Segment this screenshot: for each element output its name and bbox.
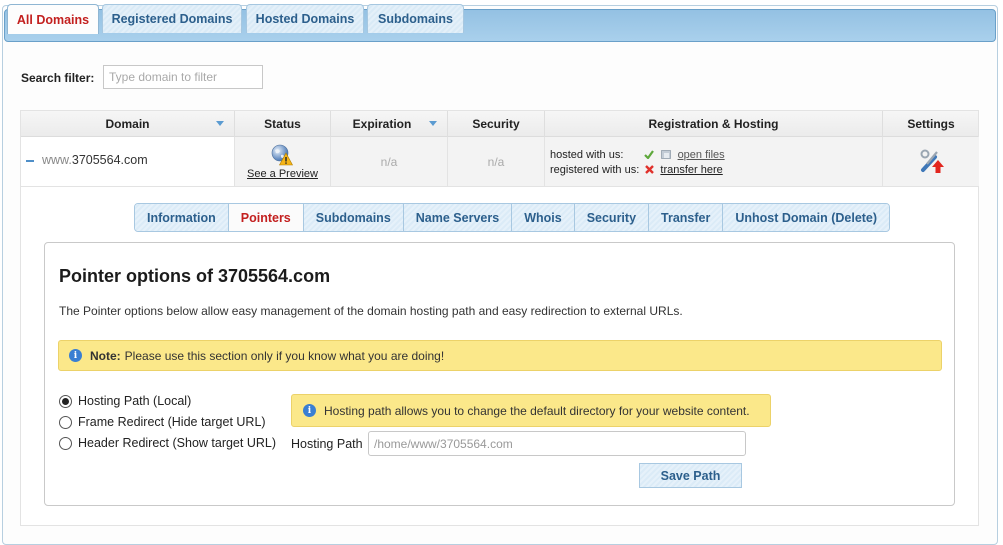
check-icon: [644, 150, 655, 160]
column-settings-label: Settings: [907, 117, 955, 131]
cell-status: See a Preview: [235, 137, 331, 186]
hosting-path-hint: i Hosting path allows you to change the …: [291, 394, 771, 427]
domain-sub-tabs: Information Pointers Subdomains Name Ser…: [134, 203, 891, 232]
info-icon: i: [303, 404, 316, 417]
registered-line: registered with us: transfer here: [550, 164, 723, 176]
sort-arrow-icon[interactable]: [216, 121, 224, 126]
radio-frame-redirect[interactable]: [59, 415, 72, 429]
column-expiration-label: Expiration: [352, 117, 412, 131]
column-registration-hosting-label: Registration & Hosting: [648, 117, 779, 131]
option-frame-redirect-label: Frame Redirect (Hide target URL): [78, 415, 266, 429]
cross-icon: [645, 165, 655, 174]
expiration-value: n/a: [380, 155, 398, 169]
subtab-security[interactable]: Security: [574, 204, 650, 231]
hosted-line: hosted with us: open files: [550, 149, 725, 161]
column-security: Security: [448, 111, 545, 137]
radio-hosting-path[interactable]: [59, 394, 72, 408]
subtab-name-servers[interactable]: Name Servers: [403, 204, 513, 231]
column-expiration[interactable]: Expiration: [331, 111, 448, 137]
tab-subdomains[interactable]: Subdomains: [367, 4, 464, 33]
pointer-options-panel: Pointer options of 3705564.com The Point…: [44, 242, 955, 506]
cell-security: n/a: [448, 137, 545, 186]
table-header: Domain Status Expiration Security Regist…: [21, 111, 978, 137]
subtab-subdomains[interactable]: Subdomains: [303, 204, 404, 231]
cell-domain: www.3705564.com: [21, 137, 235, 186]
column-status: Status: [235, 111, 331, 137]
note-label: Note:: [90, 348, 121, 363]
domain-prefix: www.: [42, 153, 72, 167]
subtab-transfer[interactable]: Transfer: [649, 204, 724, 231]
option-frame-redirect[interactable]: Frame Redirect (Hide target URL): [59, 415, 266, 429]
security-value: n/a: [487, 155, 505, 169]
hint-text: Hosting path allows you to change the de…: [324, 403, 750, 418]
table-row: www.3705564.com See a Preview n/a n/a ho…: [21, 137, 979, 187]
option-header-redirect-label: Header Redirect (Show target URL): [78, 436, 276, 450]
tab-hosted-domains[interactable]: Hosted Domains: [246, 4, 364, 33]
warning-note: i Note: Please use this section only if …: [58, 340, 942, 371]
panel-title: Pointer options of 3705564.com: [59, 266, 331, 286]
column-domain[interactable]: Domain: [21, 111, 235, 137]
globe-warning-icon: [271, 144, 293, 166]
hosting-path-input[interactable]: [368, 431, 746, 456]
panel-description: The Pointer options below allow easy man…: [59, 304, 683, 318]
open-files-link[interactable]: open files: [678, 149, 725, 161]
subtab-pointers[interactable]: Pointers: [228, 204, 304, 231]
domain-value: 3705564.com: [71, 153, 148, 167]
see-preview-link[interactable]: See a Preview: [235, 168, 330, 180]
subtab-whois[interactable]: Whois: [512, 204, 575, 231]
column-registration-hosting: Registration & Hosting: [545, 111, 883, 137]
option-header-redirect[interactable]: Header Redirect (Show target URL): [59, 436, 276, 450]
save-path-button[interactable]: Save Path: [639, 463, 742, 488]
tab-registered-domains[interactable]: Registered Domains: [102, 4, 242, 33]
column-settings: Settings: [883, 111, 979, 137]
folder-icon: [660, 150, 671, 159]
search-filter-input[interactable]: [103, 65, 263, 89]
transfer-here-link[interactable]: transfer here: [660, 164, 722, 176]
subtab-information[interactable]: Information: [135, 204, 229, 231]
cell-registration-hosting: hosted with us: open files registered wi…: [545, 137, 883, 186]
domain-name[interactable]: www.3705564.com: [42, 153, 148, 167]
sort-arrow-icon[interactable]: [429, 121, 437, 126]
search-filter-label: Search filter:: [21, 71, 95, 85]
tab-all-domains[interactable]: All Domains: [7, 4, 99, 34]
cell-settings: [883, 137, 979, 186]
domains-table: Domain Status Expiration Security Regist…: [20, 110, 979, 526]
registered-label: registered with us:: [550, 164, 640, 176]
column-security-label: Security: [472, 117, 520, 131]
radio-header-redirect[interactable]: [59, 436, 72, 450]
cell-expiration: n/a: [331, 137, 448, 186]
tools-icon[interactable]: [919, 148, 945, 174]
column-status-label: Status: [264, 117, 301, 131]
option-hosting-path-label: Hosting Path (Local): [78, 394, 192, 408]
collapse-icon[interactable]: [26, 160, 34, 162]
info-icon: i: [69, 349, 82, 362]
hosted-label: hosted with us:: [550, 149, 624, 161]
column-domain-label: Domain: [105, 117, 150, 131]
subtab-unhost-domain[interactable]: Unhost Domain (Delete): [723, 204, 890, 231]
hosting-path-label: Hosting Path: [291, 437, 363, 451]
option-hosting-path[interactable]: Hosting Path (Local): [59, 394, 191, 408]
note-text: Please use this section only if you know…: [124, 348, 445, 363]
